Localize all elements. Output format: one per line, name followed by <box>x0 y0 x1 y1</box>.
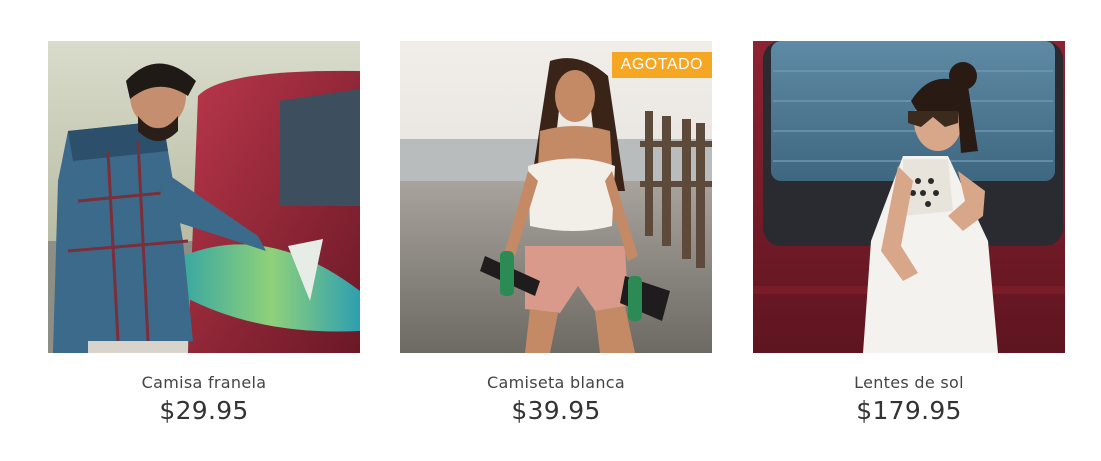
product-photo-woman-sunglasses <box>753 41 1065 353</box>
product-photo-woman-beach <box>400 41 712 353</box>
product-image[interactable] <box>753 41 1065 353</box>
product-price: $179.95 <box>856 396 962 425</box>
product-photo-man-surfboard <box>48 41 360 353</box>
product-name[interactable]: Camisa franela <box>48 373 360 392</box>
product-name[interactable]: Camiseta blanca <box>400 373 712 392</box>
product-image[interactable] <box>48 41 360 353</box>
product-card-lentes-de-sol[interactable]: Lentes de sol $179.95 <box>753 41 1065 425</box>
product-image[interactable]: AGOTADO <box>400 41 712 353</box>
product-price: $39.95 <box>511 396 601 425</box>
sold-out-badge: AGOTADO <box>611 52 712 78</box>
product-grid: Camisa franela $29.95 AGOTADO Camiseta b… <box>0 0 1101 461</box>
product-card-camiseta-blanca[interactable]: AGOTADO Camiseta blanca $39.95 <box>400 41 712 425</box>
product-name[interactable]: Lentes de sol <box>753 373 1065 392</box>
product-price: $29.95 <box>159 396 249 425</box>
product-card-camisa-franela[interactable]: Camisa franela $29.95 <box>48 41 360 425</box>
